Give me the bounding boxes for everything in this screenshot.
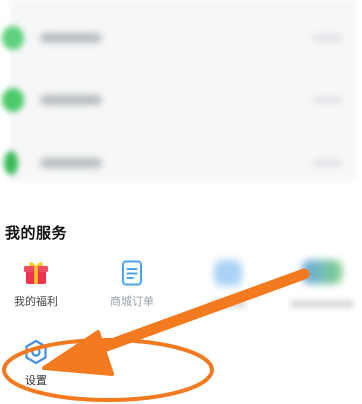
blurred-item-text [40,158,102,168]
order-document-icon [122,260,142,286]
blurred-item-text [40,33,102,43]
blurred-app-icon [2,88,24,112]
blurred-list [0,0,362,190]
annotation-arrow [42,268,310,376]
service-mall-orders[interactable]: 商城订单 [92,258,172,309]
my-services-page: 我的服务 我的福利 商城订单 设置 [0,0,362,404]
blurred-item-tail [312,96,342,104]
blurred-list-item[interactable] [0,82,362,118]
section-title: 我的服务 [5,224,68,242]
blurred-list-item[interactable] [0,20,362,56]
blurred-item-tail [312,34,342,42]
blurred-item-text [40,95,102,105]
blurred-item-tail [312,159,342,167]
gear-hexagon-icon [25,339,47,365]
blurred-app-icon [4,151,18,175]
blurred-service-label [290,300,354,308]
blurred-service-icon [302,260,342,284]
blurred-service-label [210,300,246,308]
settings-label: 设置 [25,374,47,387]
service-label: 商城订单 [110,295,154,308]
gift-icon [24,262,48,284]
blurred-service-icon [214,260,242,286]
blurred-list-item[interactable] [0,145,362,181]
settings-button[interactable]: 设置 [14,338,58,388]
service-label: 我的福利 [14,295,58,308]
service-my-welfare[interactable]: 我的福利 [0,258,76,309]
blurred-app-icon [2,26,24,50]
